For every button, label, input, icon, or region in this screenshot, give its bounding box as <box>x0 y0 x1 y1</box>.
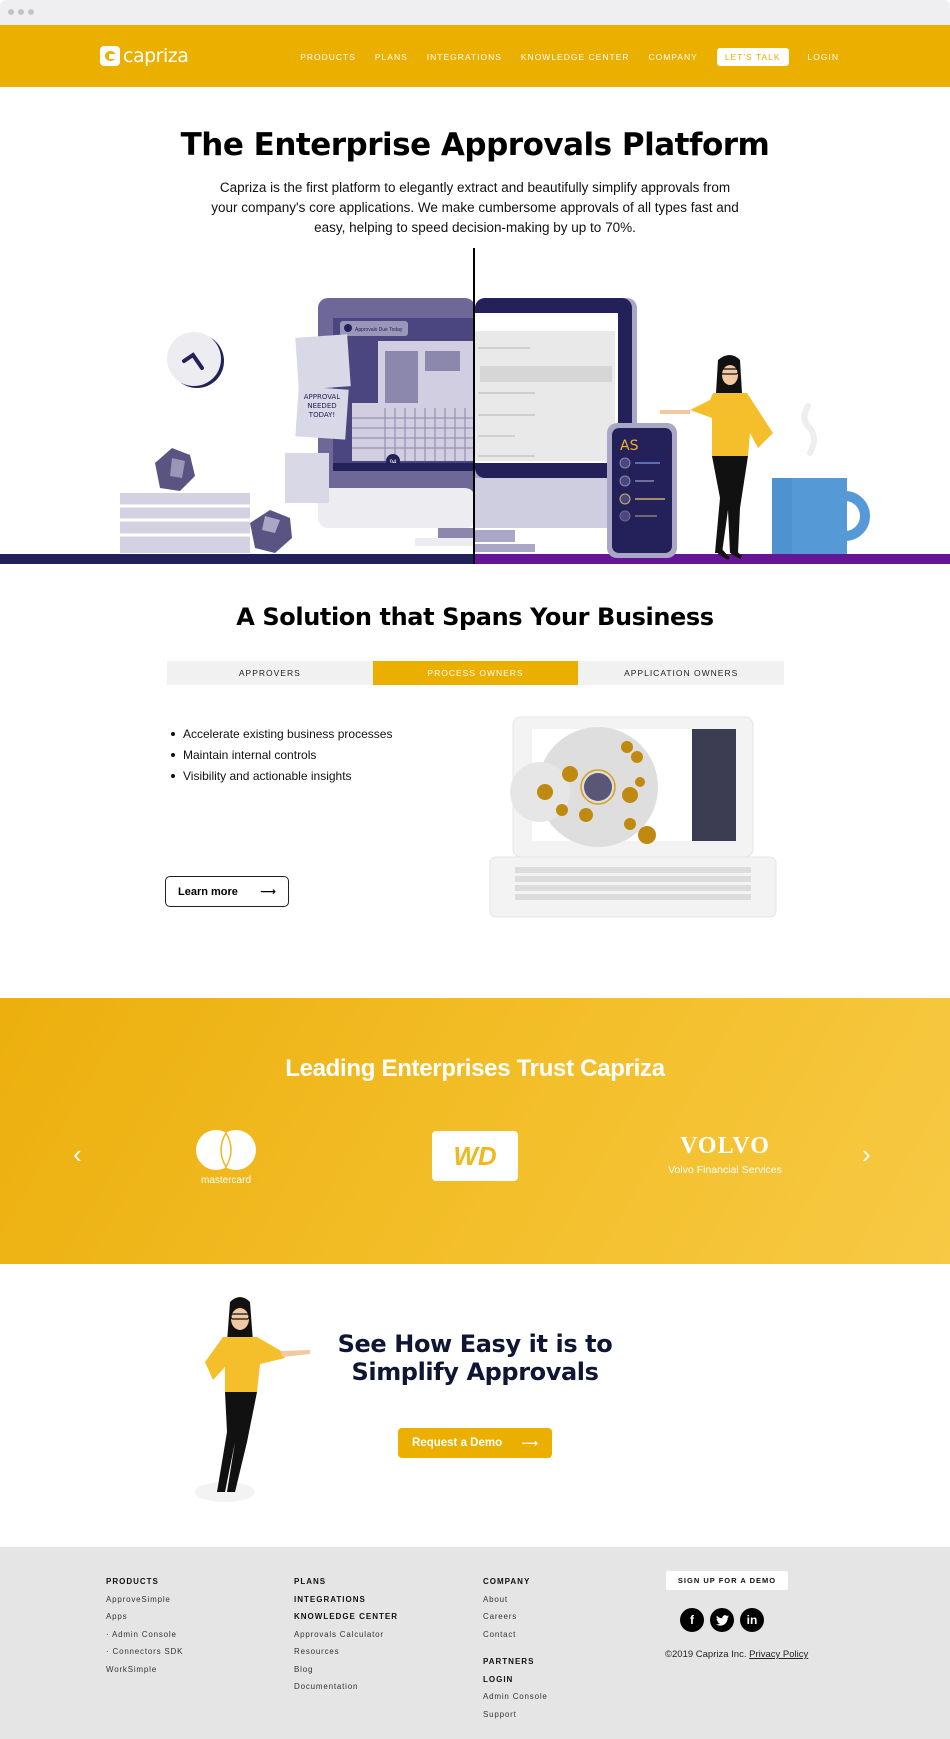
tab-application-owners[interactable]: APPLICATION OWNERS <box>578 661 785 685</box>
footer-link[interactable]: Admin Console <box>483 1688 548 1706</box>
footer-link[interactable]: Careers <box>483 1608 548 1626</box>
svg-text:NEEDED: NEEDED <box>307 402 336 410</box>
window-dot-icon <box>8 9 14 15</box>
tab-process-owners[interactable]: PROCESS OWNERS <box>372 661 579 685</box>
cta-title: See How Easy it is to Simplify Approvals <box>300 1330 650 1386</box>
footer-link[interactable]: WorkSimple <box>106 1661 183 1679</box>
footer-link[interactable]: Apps <box>106 1608 183 1626</box>
footer-link[interactable]: · Connectors SDK <box>106 1643 183 1661</box>
footer-link[interactable]: Contact <box>483 1626 548 1644</box>
window-tab-text: Approvals Due Today <box>355 327 403 333</box>
hero-illustration: Approvals Due Today 94 APPROVAL NEEDED T… <box>0 248 950 564</box>
svg-text:TODAY!: TODAY! <box>308 411 335 419</box>
list-item: Visibility and actionable insights <box>170 765 392 786</box>
paper-stack <box>115 448 292 553</box>
footer-link[interactable]: Blog <box>294 1661 398 1679</box>
trust-title: Leading Enterprises Trust Capriza <box>285 1055 665 1082</box>
dashboard-side-panel <box>692 729 736 841</box>
request-demo-button[interactable]: Request a Demo ⟶ <box>398 1428 552 1458</box>
nav-plans[interactable]: PLANS <box>375 52 408 62</box>
learn-more-label: Learn more <box>178 885 238 898</box>
footer-col-company: COMPANY About Careers Contact PARTNERS L… <box>483 1573 548 1723</box>
nav-products[interactable]: PRODUCTS <box>300 52 356 62</box>
trust-section: Leading Enterprises Trust Capriza ‹ › ma… <box>0 998 950 1264</box>
mastercard-logo: mastercard <box>190 1128 262 1186</box>
mastercard-icon <box>196 1130 256 1170</box>
laptop-illustration <box>489 716 777 918</box>
capriza-logo-icon <box>100 46 120 66</box>
cta-title-line2: Simplify Approvals <box>351 1358 599 1386</box>
list-item: Accelerate existing business processes <box>170 723 392 744</box>
learn-more-button[interactable]: Learn more ⟶ <box>165 876 289 907</box>
carousel-prev-button[interactable]: ‹ <box>73 1141 82 1167</box>
footer-link[interactable]: Support <box>483 1706 548 1724</box>
footer-link[interactable]: About <box>483 1591 548 1609</box>
carousel-next-button[interactable]: › <box>862 1141 871 1167</box>
tab-approvers[interactable]: APPROVERS <box>167 661 373 685</box>
benefits-list: Accelerate existing business processes M… <box>170 723 392 786</box>
hero-title: The Enterprise Approvals Platform <box>180 127 770 163</box>
twitter-icon[interactable] <box>710 1608 734 1632</box>
footer-col-plans: PLANS INTEGRATIONS KNOWLEDGE CENTER Appr… <box>294 1573 398 1696</box>
nav-login[interactable]: LOGIN <box>808 52 839 62</box>
privacy-policy-link[interactable]: Privacy Policy <box>749 1649 808 1660</box>
nav-integrations[interactable]: INTEGRATIONS <box>427 52 502 62</box>
linkedin-icon[interactable]: in <box>740 1608 764 1632</box>
lets-talk-button[interactable]: LET'S TALK <box>716 48 789 66</box>
floor-left <box>0 554 475 564</box>
arrow-right-icon: ⟶ <box>521 1438 539 1450</box>
site-header: capriza PRODUCTS PLANS INTEGRATIONS KNOW… <box>0 25 950 87</box>
floor-right <box>475 554 950 564</box>
nav-knowledge-center[interactable]: KNOWLEDGE CENTER <box>521 52 630 62</box>
solution-title: A Solution that Spans Your Business <box>236 603 714 631</box>
browser-chrome <box>0 0 950 25</box>
window-dot-icon <box>18 9 24 15</box>
footer-heading-login[interactable]: LOGIN <box>483 1671 548 1689</box>
footer-col-products: PRODUCTS ApproveSimple Apps · Admin Cons… <box>106 1573 183 1678</box>
footer-heading-company[interactable]: COMPANY <box>483 1573 548 1591</box>
copyright-text: ©2019 Capriza Inc. <box>665 1649 747 1660</box>
coffee-mug-icon <box>772 478 870 554</box>
list-item: Maintain internal controls <box>170 744 392 765</box>
steam <box>801 403 817 456</box>
cta-title-line1: See How Easy it is to <box>337 1330 613 1358</box>
facebook-icon[interactable]: f <box>680 1608 704 1632</box>
arrow-right-icon: ⟶ <box>260 886 276 898</box>
footer-link[interactable]: · Admin Console <box>106 1626 183 1644</box>
footer-link[interactable]: Approvals Calculator <box>294 1626 398 1644</box>
copyright: ©2019 Capriza Inc. Privacy Policy <box>665 1649 808 1660</box>
request-demo-label: Request a Demo <box>412 1437 503 1449</box>
footer-heading-knowledge-center[interactable]: KNOWLEDGE CENTER <box>294 1608 398 1626</box>
site-footer: PRODUCTS ApproveSimple Apps · Admin Cons… <box>0 1547 950 1739</box>
window-dot-icon <box>28 9 34 15</box>
footer-heading-partners[interactable]: PARTNERS <box>483 1653 548 1671</box>
social-links: f in <box>680 1608 770 1632</box>
woman-figure-cta <box>195 1297 310 1502</box>
footer-link[interactable]: Documentation <box>294 1678 398 1696</box>
svg-text:APPROVAL: APPROVAL <box>304 393 341 401</box>
signup-demo-button[interactable]: SIGN UP FOR A DEMO <box>666 1571 788 1590</box>
footer-heading-integrations[interactable]: INTEGRATIONS <box>294 1591 398 1609</box>
footer-heading-products[interactable]: PRODUCTS <box>106 1573 183 1591</box>
footer-link[interactable]: ApproveSimple <box>106 1591 183 1609</box>
clock-icon <box>167 332 224 388</box>
wd-logo: WD <box>432 1131 518 1181</box>
capriza-logo[interactable]: capriza <box>100 45 189 67</box>
audience-tabs: APPROVERS PROCESS OWNERS APPLICATION OWN… <box>167 661 785 685</box>
app-icon: AS <box>620 438 639 454</box>
nav-company[interactable]: COMPANY <box>648 52 697 62</box>
phone-app: AS <box>607 423 677 558</box>
footer-link[interactable]: Resources <box>294 1643 398 1661</box>
hero-subtitle: Capriza is the first platform to elegant… <box>211 180 739 235</box>
main-nav: PRODUCTS PLANS INTEGRATIONS KNOWLEDGE CE… <box>300 48 950 66</box>
footer-heading-plans[interactable]: PLANS <box>294 1573 398 1591</box>
volvo-logo: VOLVO Volvo Financial Services <box>668 1133 782 1176</box>
logo-text: capriza <box>123 45 189 67</box>
